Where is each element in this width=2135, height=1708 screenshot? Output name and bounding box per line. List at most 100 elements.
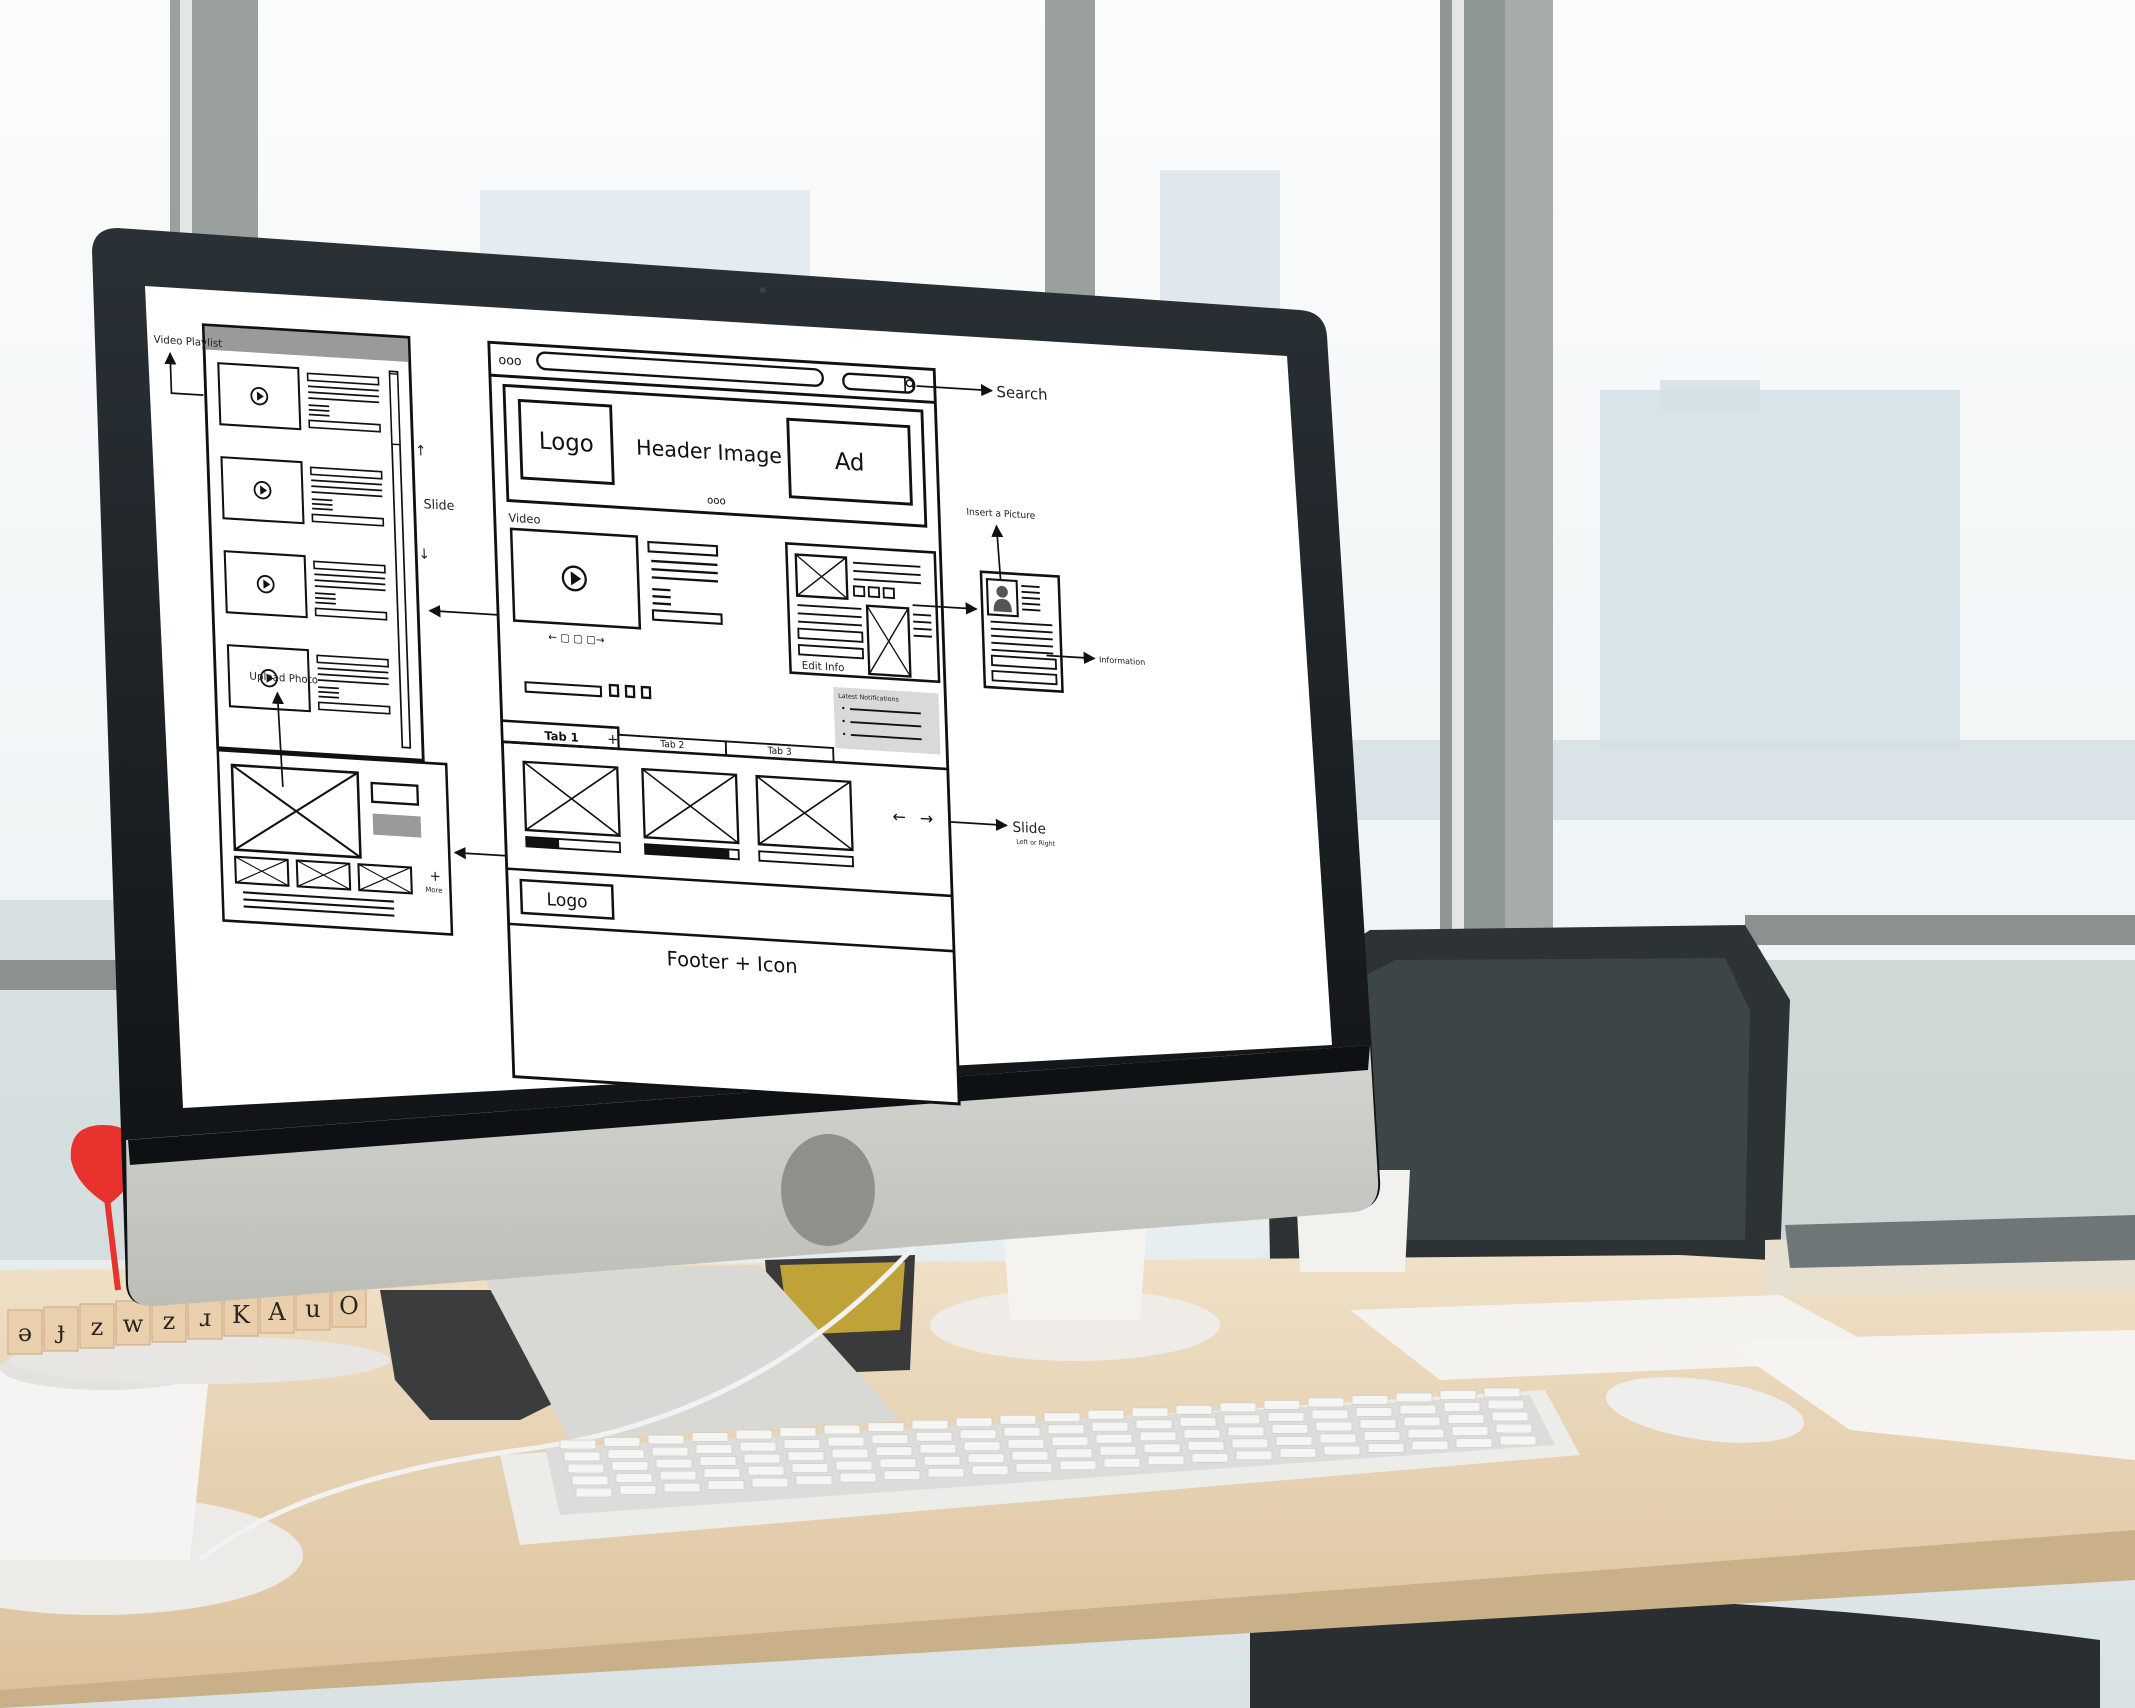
- block-letter: z: [91, 1313, 104, 1341]
- key: [707, 1480, 745, 1490]
- coffee-mug: [0, 1365, 210, 1560]
- key: [1319, 1433, 1357, 1444]
- key: [827, 1436, 865, 1447]
- key: [915, 1431, 953, 1442]
- edit-info-button[interactable]: Edit Info: [802, 660, 845, 675]
- checkbox[interactable]: [608, 683, 620, 698]
- thumbnail[interactable]: [295, 859, 352, 891]
- key: [1443, 1402, 1481, 1412]
- key: [751, 1477, 789, 1488]
- key: [1279, 1447, 1317, 1458]
- window-controls[interactable]: ooo: [498, 353, 522, 370]
- footer-logo: Logo: [546, 890, 588, 913]
- key: [1059, 1460, 1097, 1471]
- key: [1323, 1445, 1361, 1456]
- key: [1095, 1433, 1133, 1444]
- key: [871, 1434, 909, 1445]
- key: [1315, 1421, 1353, 1432]
- block-letter: ə: [18, 1319, 32, 1347]
- key: [695, 1444, 733, 1454]
- key: [1227, 1426, 1265, 1437]
- header-logo: Logo: [538, 427, 594, 458]
- key: [967, 1453, 1005, 1464]
- key: [575, 1487, 613, 1498]
- key: [1143, 1443, 1181, 1454]
- key: [559, 1439, 597, 1450]
- key: [1499, 1435, 1537, 1446]
- key: [607, 1449, 645, 1459]
- profile-card: [979, 570, 1064, 694]
- key: [1007, 1438, 1045, 1449]
- notification-bullet: •: [841, 716, 846, 726]
- upload-button[interactable]: [372, 813, 422, 838]
- key: [1399, 1404, 1437, 1415]
- video-playlist-panel: [201, 323, 425, 762]
- webcam: [760, 287, 766, 293]
- key: [1363, 1431, 1401, 1441]
- key: [1367, 1443, 1405, 1453]
- key: [999, 1414, 1037, 1425]
- key: [1219, 1402, 1257, 1413]
- block-letter: K: [232, 1301, 251, 1329]
- thumbnail[interactable]: [234, 855, 290, 887]
- key: [1275, 1435, 1313, 1446]
- key: [1135, 1419, 1173, 1430]
- key: [1147, 1455, 1185, 1466]
- key: [1351, 1395, 1389, 1405]
- key: [603, 1437, 641, 1447]
- key: [663, 1482, 701, 1493]
- building-tower: [1600, 390, 1960, 750]
- search-input[interactable]: [842, 372, 916, 394]
- key: [1307, 1397, 1345, 1408]
- key: [823, 1424, 861, 1435]
- key: [1183, 1428, 1221, 1439]
- key: [883, 1470, 921, 1481]
- key: [651, 1446, 689, 1457]
- next-arrow-icon[interactable]: →: [919, 808, 933, 828]
- key: [567, 1463, 605, 1474]
- carousel-dots[interactable]: ooo: [707, 494, 726, 507]
- add-more-button[interactable]: +: [429, 868, 441, 885]
- scroll-down-arrow-icon: ↓: [418, 546, 430, 563]
- key: [835, 1460, 873, 1471]
- slide-right-label: Slide: [1012, 819, 1046, 837]
- key: [1263, 1399, 1301, 1410]
- key: [919, 1443, 957, 1454]
- window-frame: [1440, 0, 1508, 930]
- key: [615, 1473, 653, 1483]
- key: [563, 1451, 601, 1462]
- key: [1359, 1419, 1397, 1429]
- upload-photo-card: + More: [216, 748, 454, 936]
- key: [1011, 1450, 1049, 1461]
- notification-bullet: •: [841, 703, 846, 713]
- tab-label: Tab 1: [544, 729, 579, 745]
- checkbox[interactable]: [640, 685, 652, 700]
- key: [1407, 1428, 1445, 1439]
- block-letter: A: [267, 1298, 286, 1326]
- checkbox[interactable]: [624, 684, 636, 699]
- key: [927, 1467, 965, 1478]
- key: [1091, 1421, 1129, 1432]
- key: [779, 1427, 817, 1438]
- key: [1103, 1457, 1141, 1468]
- key: [963, 1441, 1001, 1452]
- key: [783, 1439, 821, 1450]
- notification-bullet: •: [842, 729, 847, 739]
- key: [619, 1485, 657, 1495]
- key: [1439, 1390, 1477, 1400]
- key: [1395, 1392, 1433, 1403]
- key: [1047, 1424, 1085, 1435]
- key: [1491, 1411, 1529, 1422]
- key: [955, 1417, 993, 1428]
- key: [1311, 1409, 1349, 1420]
- apple-logo: [781, 1134, 875, 1246]
- scroll-thumb[interactable]: [388, 372, 401, 446]
- thumbnail[interactable]: [357, 863, 413, 895]
- key: [1087, 1409, 1125, 1420]
- prev-arrow-icon[interactable]: ←: [892, 807, 906, 827]
- key: [1191, 1452, 1229, 1463]
- key: [1015, 1462, 1053, 1473]
- key: [1055, 1448, 1093, 1459]
- add-tab-button[interactable]: +: [607, 731, 619, 748]
- key: [1139, 1431, 1177, 1442]
